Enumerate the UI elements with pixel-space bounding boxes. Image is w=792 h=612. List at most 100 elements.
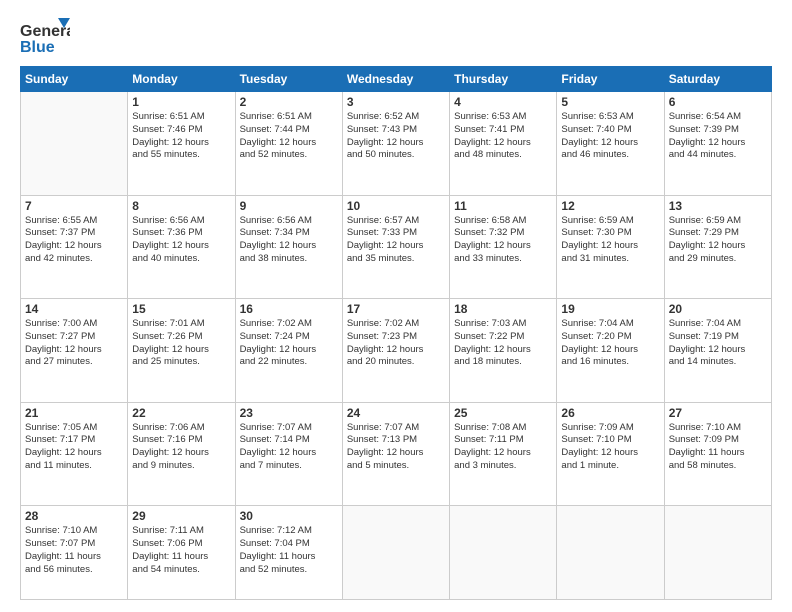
weekday-header-sunday: Sunday (21, 67, 128, 92)
calendar-cell: 30 Sunrise: 7:12 AMSunset: 7:04 PMDayligh… (235, 506, 342, 600)
calendar-cell: 7Sunrise: 6:55 AMSunset: 7:37 PMDaylight… (21, 195, 128, 299)
weekday-header-saturday: Saturday (664, 67, 771, 92)
day-number: 22 (132, 406, 230, 420)
day-number: 27 (669, 406, 767, 420)
day-number: 17 (347, 302, 445, 316)
day-info: Sunrise: 6:55 AMSunset: 7:37 PMDaylight:… (25, 215, 123, 266)
calendar-cell: 18 Sunrise: 7:03 AMSunset: 7:22 PMDayligh… (450, 299, 557, 403)
weekday-header-row: SundayMondayTuesdayWednesdayThursdayFrid… (21, 67, 772, 92)
day-info: Sunrise: 7:05 AMSunset: 7:17 PMDaylight:… (25, 422, 123, 473)
weekday-header-friday: Friday (557, 67, 664, 92)
day-info: Sunrise: 7:10 AMSunset: 7:09 PMDaylight:… (669, 422, 767, 473)
calendar-cell: 3 Sunrise: 6:52 AMSunset: 7:43 PMDaylight… (342, 92, 449, 196)
calendar-cell: 29 Sunrise: 7:11 AMSunset: 7:06 PMDayligh… (128, 506, 235, 600)
calendar-cell: 19 Sunrise: 7:04 AMSunset: 7:20 PMDayligh… (557, 299, 664, 403)
day-info: Sunrise: 6:56 AMSunset: 7:36 PMDaylight:… (132, 215, 230, 266)
calendar-cell: 20 Sunrise: 7:04 AMSunset: 7:19 PMDayligh… (664, 299, 771, 403)
day-number: 8 (132, 199, 230, 213)
day-info: Sunrise: 6:51 AMSunset: 7:46 PMDaylight:… (132, 111, 230, 162)
weekday-header-tuesday: Tuesday (235, 67, 342, 92)
day-info: Sunrise: 6:52 AMSunset: 7:43 PMDaylight:… (347, 111, 445, 162)
day-number: 3 (347, 95, 445, 109)
calendar-cell: 8 Sunrise: 6:56 AMSunset: 7:36 PMDaylight… (128, 195, 235, 299)
calendar-cell: 21Sunrise: 7:05 AMSunset: 7:17 PMDayligh… (21, 402, 128, 506)
day-number: 20 (669, 302, 767, 316)
calendar-week-5: 28 Sunrise: 7:10 AMSunset: 7:07 PMDayligh… (21, 506, 772, 600)
day-info: Sunrise: 7:10 AMSunset: 7:07 PMDaylight:… (25, 525, 123, 576)
day-info: Sunrise: 7:11 AMSunset: 7:06 PMDaylight:… (132, 525, 230, 576)
day-info: Sunrise: 7:02 AMSunset: 7:24 PMDaylight:… (240, 318, 338, 369)
calendar-cell: 5Sunrise: 6:53 AMSunset: 7:40 PMDaylight… (557, 92, 664, 196)
calendar-table: SundayMondayTuesdayWednesdayThursdayFrid… (20, 66, 772, 600)
page-header: GeneralBlue (20, 18, 772, 56)
day-number: 25 (454, 406, 552, 420)
logo: GeneralBlue (20, 18, 70, 56)
weekday-header-wednesday: Wednesday (342, 67, 449, 92)
calendar-week-4: 21Sunrise: 7:05 AMSunset: 7:17 PMDayligh… (21, 402, 772, 506)
calendar-cell: 25 Sunrise: 7:08 AMSunset: 7:11 PMDayligh… (450, 402, 557, 506)
calendar-cell: 2Sunrise: 6:51 AMSunset: 7:44 PMDaylight… (235, 92, 342, 196)
calendar-week-2: 7Sunrise: 6:55 AMSunset: 7:37 PMDaylight… (21, 195, 772, 299)
day-info: Sunrise: 7:08 AMSunset: 7:11 PMDaylight:… (454, 422, 552, 473)
day-number: 11 (454, 199, 552, 213)
calendar-cell: 15Sunrise: 7:01 AMSunset: 7:26 PMDayligh… (128, 299, 235, 403)
calendar-cell: 14 Sunrise: 7:00 AMSunset: 7:27 PMDayligh… (21, 299, 128, 403)
day-number: 23 (240, 406, 338, 420)
day-info: Sunrise: 7:07 AMSunset: 7:14 PMDaylight:… (240, 422, 338, 473)
day-number: 30 (240, 509, 338, 523)
day-info: Sunrise: 7:02 AMSunset: 7:23 PMDaylight:… (347, 318, 445, 369)
calendar-cell: 17 Sunrise: 7:02 AMSunset: 7:23 PMDayligh… (342, 299, 449, 403)
day-info: Sunrise: 6:54 AMSunset: 7:39 PMDaylight:… (669, 111, 767, 162)
calendar-cell: 6 Sunrise: 6:54 AMSunset: 7:39 PMDaylight… (664, 92, 771, 196)
calendar-cell: 1 Sunrise: 6:51 AMSunset: 7:46 PMDaylight… (128, 92, 235, 196)
day-number: 29 (132, 509, 230, 523)
day-info: Sunrise: 6:58 AMSunset: 7:32 PMDaylight:… (454, 215, 552, 266)
calendar-cell: 16Sunrise: 7:02 AMSunset: 7:24 PMDayligh… (235, 299, 342, 403)
calendar-cell: 10 Sunrise: 6:57 AMSunset: 7:33 PMDayligh… (342, 195, 449, 299)
day-number: 1 (132, 95, 230, 109)
day-info: Sunrise: 6:53 AMSunset: 7:41 PMDaylight:… (454, 111, 552, 162)
day-number: 24 (347, 406, 445, 420)
day-info: Sunrise: 6:57 AMSunset: 7:33 PMDaylight:… (347, 215, 445, 266)
calendar-cell: 26Sunrise: 7:09 AMSunset: 7:10 PMDayligh… (557, 402, 664, 506)
day-number: 6 (669, 95, 767, 109)
day-info: Sunrise: 6:59 AMSunset: 7:30 PMDaylight:… (561, 215, 659, 266)
calendar-cell: 13 Sunrise: 6:59 AMSunset: 7:29 PMDayligh… (664, 195, 771, 299)
day-number: 19 (561, 302, 659, 316)
day-info: Sunrise: 6:59 AMSunset: 7:29 PMDaylight:… (669, 215, 767, 266)
day-number: 28 (25, 509, 123, 523)
svg-text:Blue: Blue (20, 39, 55, 56)
day-info: Sunrise: 7:00 AMSunset: 7:27 PMDaylight:… (25, 318, 123, 369)
day-info: Sunrise: 6:51 AMSunset: 7:44 PMDaylight:… (240, 111, 338, 162)
calendar-cell (664, 506, 771, 600)
day-number: 14 (25, 302, 123, 316)
day-number: 5 (561, 95, 659, 109)
weekday-header-monday: Monday (128, 67, 235, 92)
day-number: 9 (240, 199, 338, 213)
calendar-week-3: 14 Sunrise: 7:00 AMSunset: 7:27 PMDayligh… (21, 299, 772, 403)
day-info: Sunrise: 7:12 AMSunset: 7:04 PMDaylight:… (240, 525, 338, 576)
day-number: 13 (669, 199, 767, 213)
day-number: 18 (454, 302, 552, 316)
calendar-cell (557, 506, 664, 600)
svg-text:General: General (20, 23, 70, 40)
calendar-cell: 24 Sunrise: 7:07 AMSunset: 7:13 PMDayligh… (342, 402, 449, 506)
day-info: Sunrise: 7:06 AMSunset: 7:16 PMDaylight:… (132, 422, 230, 473)
calendar-cell: 9 Sunrise: 6:56 AMSunset: 7:34 PMDaylight… (235, 195, 342, 299)
day-info: Sunrise: 7:04 AMSunset: 7:20 PMDaylight:… (561, 318, 659, 369)
calendar-cell: 22 Sunrise: 7:06 AMSunset: 7:16 PMDayligh… (128, 402, 235, 506)
day-number: 10 (347, 199, 445, 213)
day-info: Sunrise: 6:56 AMSunset: 7:34 PMDaylight:… (240, 215, 338, 266)
calendar-cell: 11 Sunrise: 6:58 AMSunset: 7:32 PMDayligh… (450, 195, 557, 299)
calendar-cell (21, 92, 128, 196)
day-info: Sunrise: 7:04 AMSunset: 7:19 PMDaylight:… (669, 318, 767, 369)
weekday-header-thursday: Thursday (450, 67, 557, 92)
day-number: 26 (561, 406, 659, 420)
day-info: Sunrise: 7:03 AMSunset: 7:22 PMDaylight:… (454, 318, 552, 369)
calendar-cell: 23 Sunrise: 7:07 AMSunset: 7:14 PMDayligh… (235, 402, 342, 506)
calendar-cell: 27 Sunrise: 7:10 AMSunset: 7:09 PMDayligh… (664, 402, 771, 506)
day-number: 12 (561, 199, 659, 213)
day-info: Sunrise: 7:01 AMSunset: 7:26 PMDaylight:… (132, 318, 230, 369)
day-info: Sunrise: 7:07 AMSunset: 7:13 PMDaylight:… (347, 422, 445, 473)
calendar-cell: 28 Sunrise: 7:10 AMSunset: 7:07 PMDayligh… (21, 506, 128, 600)
